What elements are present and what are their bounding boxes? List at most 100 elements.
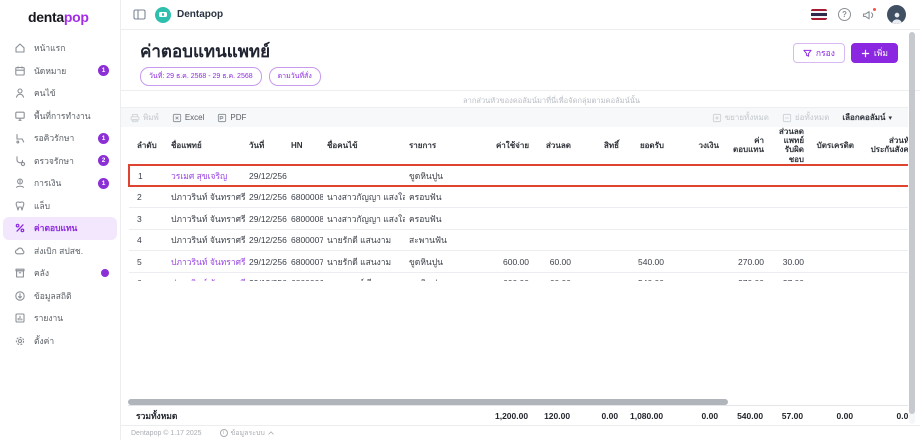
table-cell: 6800007 xyxy=(287,251,323,273)
table-row[interactable]: 4ปภาวรินท์ จันทราศรี29/12/25686800007นาย… xyxy=(129,229,908,251)
announcements-icon[interactable] xyxy=(862,9,876,21)
sidebar-item-workspace[interactable]: พื้นที่การทำงาน xyxy=(3,105,117,128)
dentapop-logo: dentapop xyxy=(0,0,120,33)
sidebar-item-examination[interactable]: ตรวจรักษา 2 xyxy=(3,150,117,173)
column-header[interactable]: บัตรเครดิต xyxy=(808,127,858,165)
table-cell: ขูดหินปูน xyxy=(405,251,483,273)
column-header[interactable]: ส่วนลดแพทย์ รับผิดชอบ xyxy=(768,127,808,165)
column-header[interactable]: ส่วนลด xyxy=(533,127,575,165)
sidebar-item-finance[interactable]: การเงิน 1 xyxy=(3,172,117,195)
export-pdf-button[interactable]: PDF xyxy=(217,113,246,123)
column-header[interactable]: ชื่อแพทย์ xyxy=(167,127,245,165)
sidebar-item-compensation[interactable]: ค่าตอบแทน xyxy=(3,217,117,240)
sidebar-item-lab[interactable]: แล็บ xyxy=(3,195,117,218)
column-header[interactable]: วงเงิน xyxy=(668,127,723,165)
column-header[interactable]: วันที่ xyxy=(245,127,287,165)
totals-label: รวมทั้งหมด xyxy=(128,406,482,425)
expand-all-button[interactable]: ขยายทั้งหมด xyxy=(712,111,769,124)
table-row[interactable]: 5ปภาวรินท์ จันทราศรี29/12/25686800007นาย… xyxy=(129,251,908,273)
table-cell xyxy=(723,229,768,251)
status-bar: Dentapop © 1.17 2025 i ข้อมูลระบบ xyxy=(121,425,920,440)
sidebar-item-treatment-queue[interactable]: รอคิวรักษา 1 xyxy=(3,127,117,150)
table-row[interactable]: 1วรเมศ สุขเจริญ29/12/2568ขูดหินปูน xyxy=(129,165,908,187)
header-row: ลำดับ ชื่อแพทย์ วันที่ HN ชื่อคนไข้ รายก… xyxy=(129,127,908,165)
column-header[interactable]: ชื่อคนไข้ xyxy=(323,127,405,165)
order-date-filter-chip[interactable]: ตามวันที่สั่ง xyxy=(269,67,321,86)
excel-export-icon xyxy=(172,113,182,123)
percent-icon xyxy=(14,222,26,234)
system-info-toggle[interactable]: i ข้อมูลระบบ xyxy=(220,428,274,439)
sidebar-toggle-icon[interactable] xyxy=(133,9,146,20)
total-value: 0.00 xyxy=(857,406,908,425)
sidebar-item-label: คนไข้ xyxy=(34,86,109,100)
table-row[interactable]: 2ปภาวรินท์ จันทราศรี29/12/25686800008นาง… xyxy=(129,186,908,208)
vertical-scrollbar[interactable] xyxy=(909,32,915,424)
table-cell xyxy=(808,272,858,281)
table-cell: 30.00 xyxy=(768,251,808,273)
table-cell xyxy=(483,186,533,208)
logo-text-pop: pop xyxy=(64,9,89,25)
add-button[interactable]: เพิ่ม xyxy=(851,43,898,63)
calendar-icon xyxy=(14,65,26,77)
examine-icon xyxy=(14,155,26,167)
column-header[interactable]: ยอดรับ xyxy=(623,127,668,165)
totals-bar: รวมทั้งหมด 1,200.00 120.00 0.00 1,080.00… xyxy=(128,405,908,425)
doctor-name-cell[interactable]: วรเมศ สุขเจริญ xyxy=(167,165,245,187)
export-excel-button[interactable]: Excel xyxy=(172,113,205,123)
doctor-name-cell[interactable]: ปภาวรินท์ จันทราศรี xyxy=(167,272,245,281)
sidebar-item-inventory[interactable]: คลัง xyxy=(3,262,117,285)
sidebar-item-appointments[interactable]: นัดหมาย 1 xyxy=(3,60,117,83)
sidebar-item-nhso-claims[interactable]: ส่งเบิก สปสช. xyxy=(3,240,117,263)
total-value: 1,080.00 xyxy=(622,406,667,425)
notification-dot xyxy=(101,269,109,277)
report-icon xyxy=(14,312,26,324)
column-header[interactable]: ส่วนหัก ประกันสังคม xyxy=(858,127,908,165)
column-header[interactable]: สิทธิ์ xyxy=(575,127,623,165)
column-header[interactable]: ลำดับ xyxy=(129,127,167,165)
date-filter-chip[interactable]: วันที่: 29 ธ.ค. 2568 - 29 ธ.ค. 2568 xyxy=(140,67,262,86)
table-cell xyxy=(533,208,575,230)
home-icon xyxy=(14,42,26,54)
table-cell xyxy=(575,229,623,251)
sidebar-item-label: หน้าแรก xyxy=(34,41,109,55)
gear-icon xyxy=(14,335,26,347)
collapse-all-icon xyxy=(782,113,792,123)
table-cell xyxy=(808,208,858,230)
column-header[interactable]: รายการ xyxy=(405,127,483,165)
sidebar-item-label: ข้อมูลสถิติ xyxy=(34,289,109,303)
expand-all-icon xyxy=(712,113,722,123)
collapse-all-button[interactable]: ย่อทั้งหมด xyxy=(782,111,829,124)
top-bar: Dentapop ? xyxy=(121,0,920,30)
table-cell: 270.00 xyxy=(723,272,768,281)
sidebar-item-label: ตั้งค่า xyxy=(34,334,109,348)
language-flag-icon[interactable] xyxy=(811,9,827,20)
sidebar-item-home[interactable]: หน้าแรก xyxy=(3,37,117,60)
column-header[interactable]: ค่าตอบแทน xyxy=(723,127,768,165)
table-row[interactable]: 6ปภาวรินท์ จันทราศรี29/12/25686800006นาย… xyxy=(129,272,908,281)
table-row[interactable]: 3ปภาวรินท์ จันทราศรี29/12/25686800008นาง… xyxy=(129,208,908,230)
help-icon[interactable]: ? xyxy=(838,8,851,21)
table-cell xyxy=(723,186,768,208)
column-header[interactable]: ค่าใช้จ่าย xyxy=(483,127,533,165)
table-cell: 6800008 xyxy=(287,208,323,230)
sidebar-item-settings[interactable]: ตั้งค่า xyxy=(3,330,117,353)
column-header[interactable]: HN xyxy=(287,127,323,165)
sidebar-item-statistics[interactable]: ข้อมูลสถิติ xyxy=(3,285,117,308)
doctor-name-cell[interactable]: ปภาวรินท์ จันทราศรี xyxy=(167,251,245,273)
table-cell: 60.00 xyxy=(533,272,575,281)
sidebar-item-reports[interactable]: รายงาน xyxy=(3,307,117,330)
doctor-name-cell: ปภาวรินท์ จันทราศรี xyxy=(167,208,245,230)
sidebar-item-patients[interactable]: คนไข้ xyxy=(3,82,117,105)
notification-dot xyxy=(872,7,877,12)
user-avatar[interactable] xyxy=(887,5,906,24)
filter-button[interactable]: กรอง xyxy=(793,43,845,63)
table-cell: 270.00 xyxy=(723,251,768,273)
table-cell: 600.00 xyxy=(483,251,533,273)
choose-columns-button[interactable]: เลือกคอลัมน์ ▾ xyxy=(842,111,892,124)
print-button[interactable]: พิมพ์ xyxy=(130,111,159,124)
table-cell: นายรักดี แสนงาม xyxy=(323,229,405,251)
table-cell: นายรักดี แสนงาม xyxy=(323,251,405,273)
table-cell xyxy=(623,229,668,251)
doctor-name-cell: ปภาวรินท์ จันทราศรี xyxy=(167,186,245,208)
total-value: 1,200.00 xyxy=(482,406,532,425)
